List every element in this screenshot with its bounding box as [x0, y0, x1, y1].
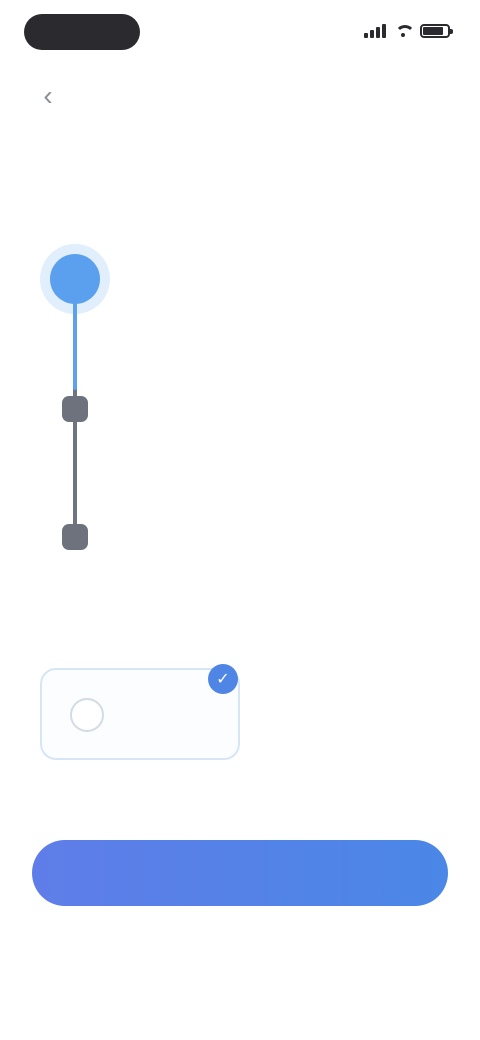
plan-selector: ✓: [0, 650, 480, 760]
timeline-step: [116, 512, 426, 520]
start-trial-button[interactable]: [32, 840, 448, 906]
timeline-step: [116, 384, 426, 392]
wifi-icon: [394, 24, 415, 38]
chevron-left-icon: ‹: [43, 80, 53, 111]
step-marker-current: [50, 254, 100, 304]
back-button[interactable]: ‹: [30, 78, 66, 114]
step-marker: [62, 396, 88, 422]
trial-timeline: [0, 240, 480, 600]
step-marker: [62, 524, 88, 550]
check-badge-icon: ✓: [208, 664, 238, 694]
status-bar: [0, 0, 480, 64]
timeline-step: [116, 258, 426, 266]
status-time-pill: [24, 14, 140, 50]
status-icons: [364, 20, 453, 42]
signal-icon: [364, 24, 386, 38]
battery-icon: [420, 24, 453, 38]
plan-radio[interactable]: [70, 698, 104, 732]
